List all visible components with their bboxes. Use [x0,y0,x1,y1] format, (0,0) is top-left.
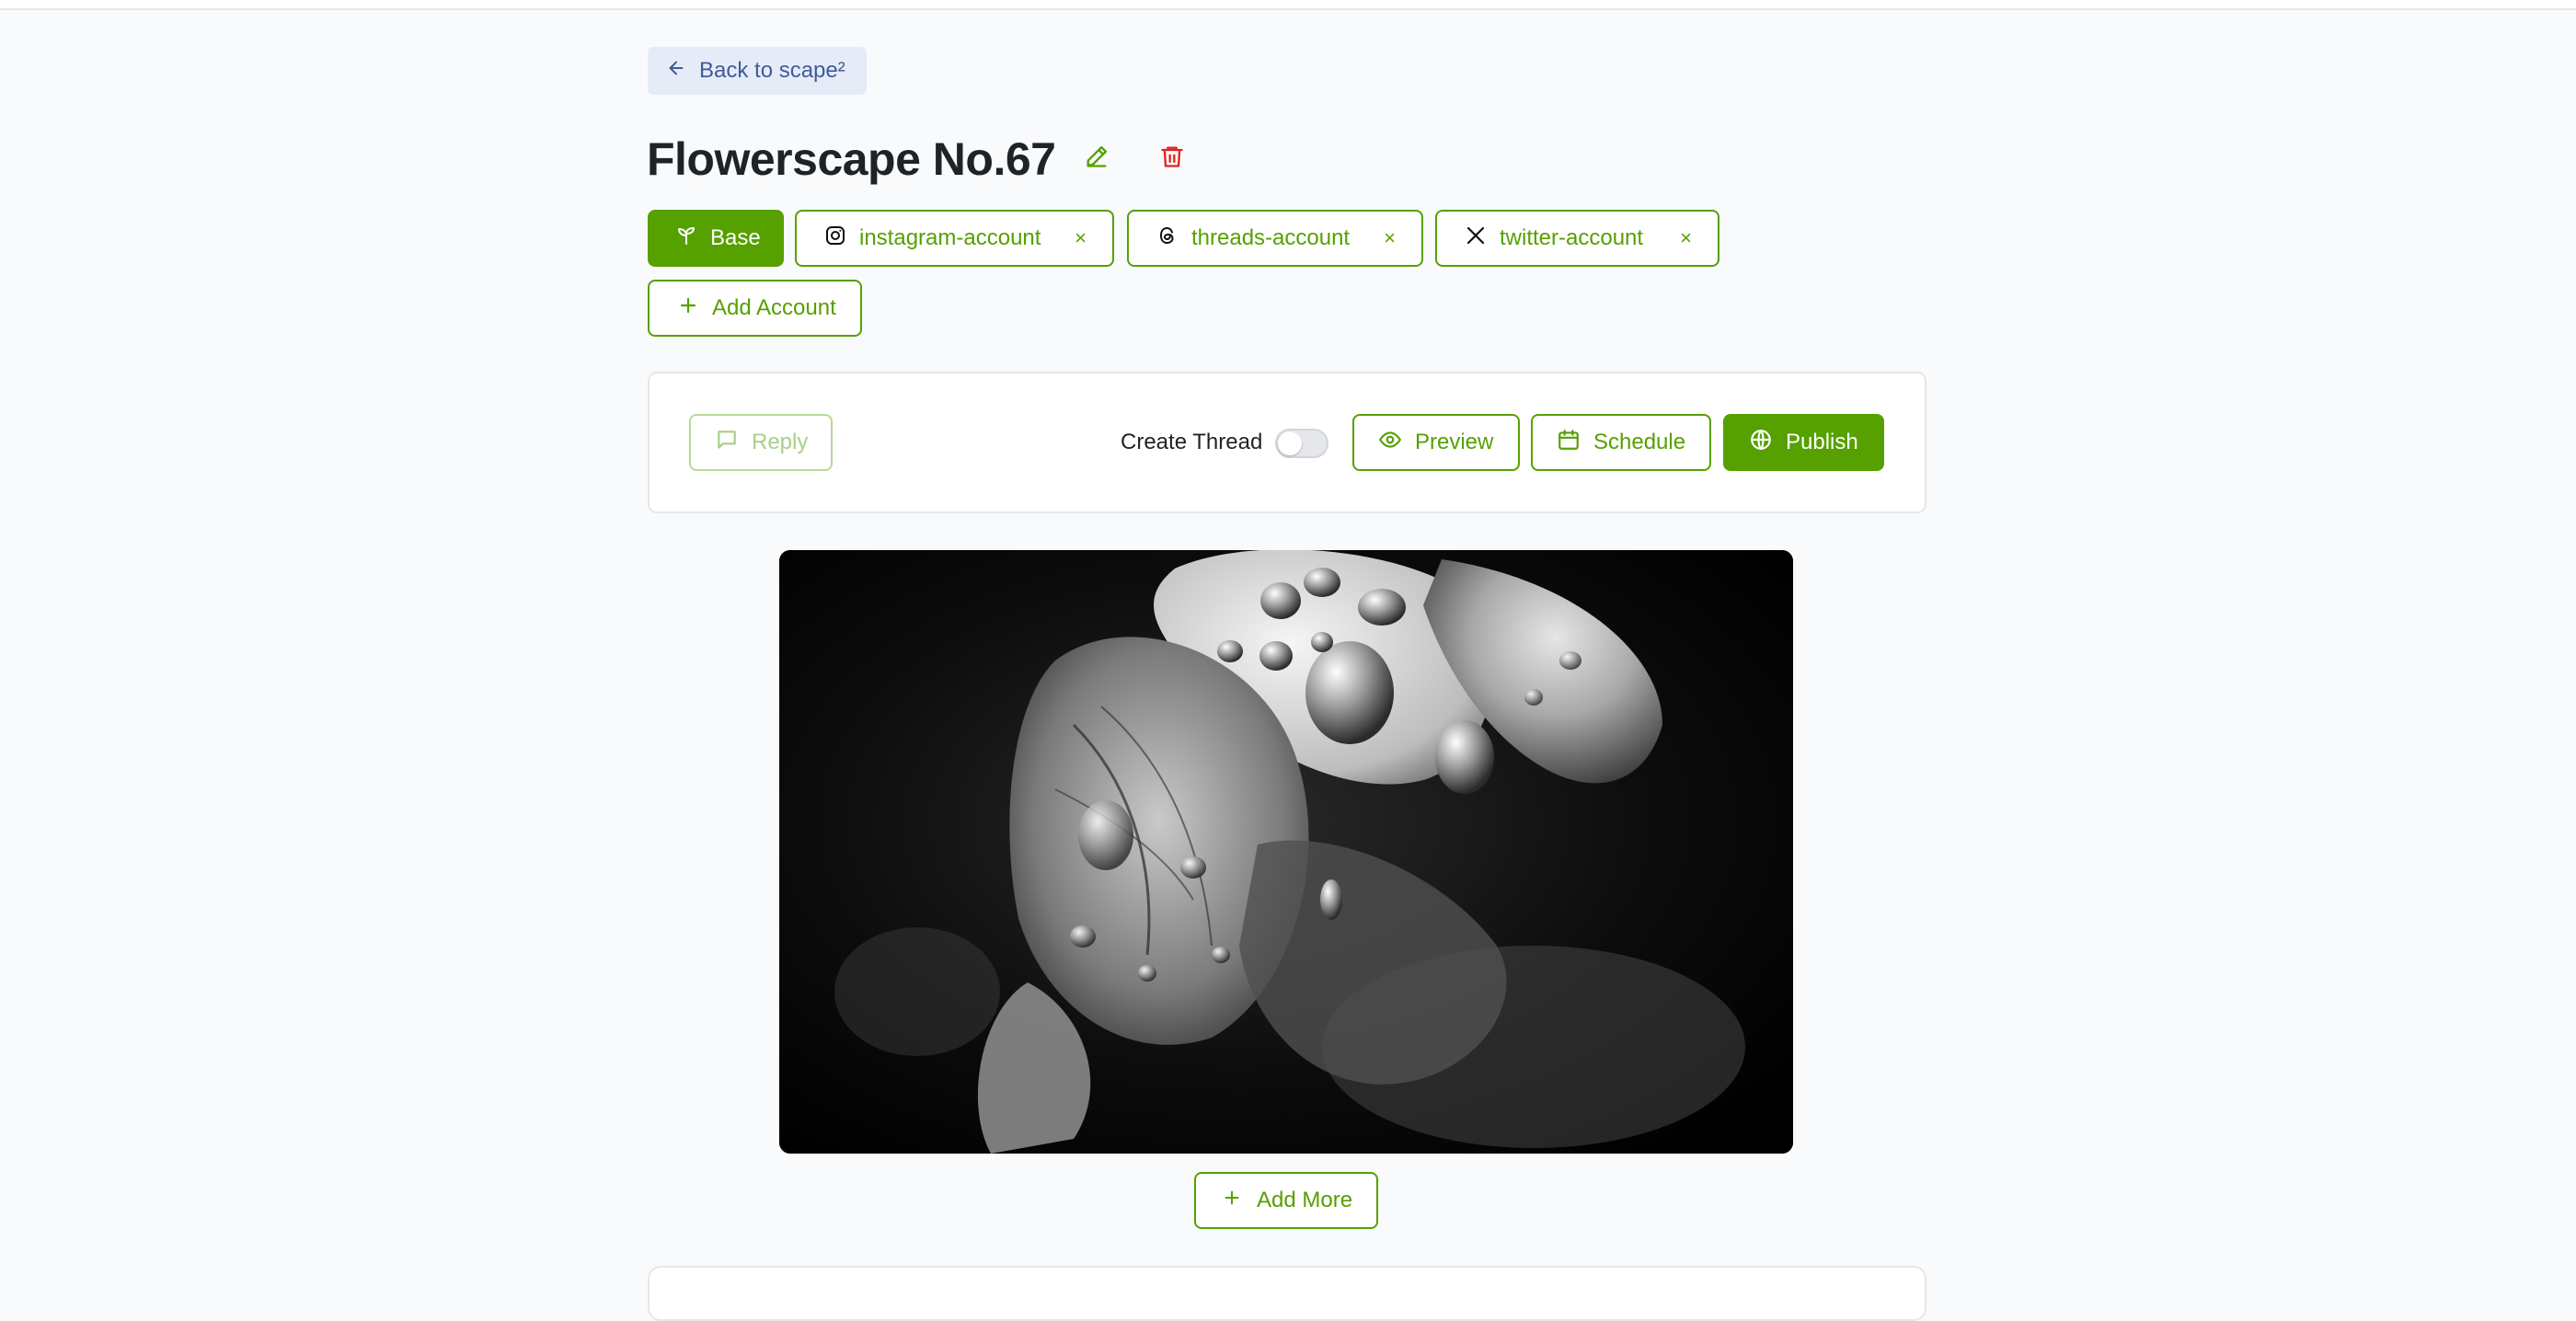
create-thread-toggle[interactable] [1275,429,1328,458]
reply-button[interactable]: Reply [689,414,833,471]
next-post-panel [648,1266,1926,1321]
publish-button[interactable]: Publish [1723,414,1884,471]
account-chip-instagram[interactable]: instagram-account × [795,210,1114,267]
account-chip-label: instagram-account [859,225,1041,250]
add-account-button[interactable]: Add Account [648,280,862,337]
preview-button[interactable]: Preview [1352,414,1520,471]
preview-label: Preview [1415,430,1494,454]
remove-account-icon[interactable]: × [1075,226,1087,250]
schedule-button[interactable]: Schedule [1531,414,1711,471]
base-account-label: Base [710,225,761,250]
schedule-label: Schedule [1593,430,1686,454]
back-button[interactable]: Back to scape² [648,47,867,95]
account-chip-label: twitter-account [1500,225,1644,250]
remove-account-icon[interactable]: × [1384,226,1396,250]
instagram-icon [824,224,846,253]
account-chip-twitter[interactable]: twitter-account × [1435,210,1719,267]
add-more-button[interactable]: Add More [1194,1172,1379,1229]
globe-icon [1749,428,1773,458]
plus-icon [677,294,699,323]
toggle-knob [1278,431,1302,455]
message-square-icon [715,428,739,458]
pencil-icon [1084,144,1110,174]
base-account-chip[interactable]: Base [648,210,784,267]
back-button-label: Back to scape² [699,58,845,83]
edit-title-button[interactable] [1078,140,1115,177]
add-more-label: Add More [1257,1188,1353,1212]
x-twitter-icon [1465,224,1487,253]
remove-account-icon[interactable]: × [1680,226,1692,250]
media-image [779,550,1793,1154]
calendar-icon [1557,428,1581,458]
create-thread-label: Create Thread [1121,430,1263,454]
reply-label: Reply [752,430,809,454]
trash-icon [1159,144,1185,174]
arrow-left-icon [666,58,686,85]
delete-scape-button[interactable] [1154,140,1190,177]
account-chip-threads[interactable]: threads-account × [1127,210,1423,267]
publish-label: Publish [1786,430,1858,454]
top-bar [0,0,2576,10]
add-account-label: Add Account [712,295,836,320]
sprout-icon [675,224,697,253]
threads-icon [1156,224,1179,253]
account-chip-label: threads-account [1191,225,1351,250]
eye-icon [1378,428,1402,458]
page-title: Flowerscape No.67 [647,133,1056,185]
plus-icon [1222,1188,1242,1214]
